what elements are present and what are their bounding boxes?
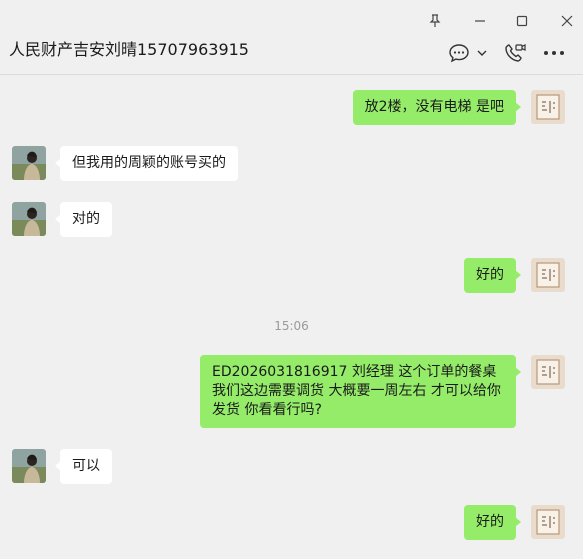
maximize-icon[interactable]: [512, 11, 532, 31]
message-line: ED2026031816917 刘经理 这个订单的餐桌: [212, 364, 497, 380]
chat-header: 人民财产吉安刘晴15707963915: [0, 0, 583, 75]
message-bubble-incoming[interactable]: 可以: [55, 449, 112, 484]
message-line: 我们这边需要调货 大概要一周左右 才可以给你: [212, 383, 501, 399]
message-bubble-outgoing[interactable]: ED2026031816917 刘经理 这个订单的餐桌 我们这边需要调货 大概要…: [200, 355, 521, 428]
contact-name-title: 人民财产吉安刘晴15707963915: [9, 40, 249, 59]
chat-bubble-icon[interactable]: [448, 40, 470, 66]
contact-avatar[interactable]: [12, 146, 46, 180]
more-icon[interactable]: [543, 40, 565, 66]
contact-avatar[interactable]: [12, 202, 46, 236]
message-bubble-outgoing[interactable]: 好的: [464, 258, 521, 293]
message-timestamp: 15:06: [274, 319, 309, 333]
my-avatar[interactable]: [531, 505, 565, 539]
message-bubble-outgoing[interactable]: 好的: [464, 505, 521, 540]
message-list[interactable]: 放2楼，没有电梯 是吧 但我用的周颖的账号买的 对的 好的 15:06 ED20…: [0, 75, 583, 559]
message-line: 发货 你看看行吗?: [212, 402, 322, 418]
minimize-icon[interactable]: [470, 11, 490, 31]
my-avatar[interactable]: [531, 90, 565, 124]
contact-avatar[interactable]: [12, 449, 46, 483]
chevron-down-icon[interactable]: [476, 40, 488, 66]
my-avatar[interactable]: [531, 258, 565, 292]
message-bubble-incoming[interactable]: 对的: [55, 202, 112, 237]
pin-icon[interactable]: [425, 11, 445, 31]
close-icon[interactable]: [557, 11, 577, 31]
my-avatar[interactable]: [531, 355, 565, 389]
message-bubble-incoming[interactable]: 但我用的周颖的账号买的: [55, 146, 238, 181]
message-bubble-outgoing[interactable]: 放2楼，没有电梯 是吧: [352, 90, 522, 125]
video-call-icon[interactable]: [503, 40, 527, 66]
